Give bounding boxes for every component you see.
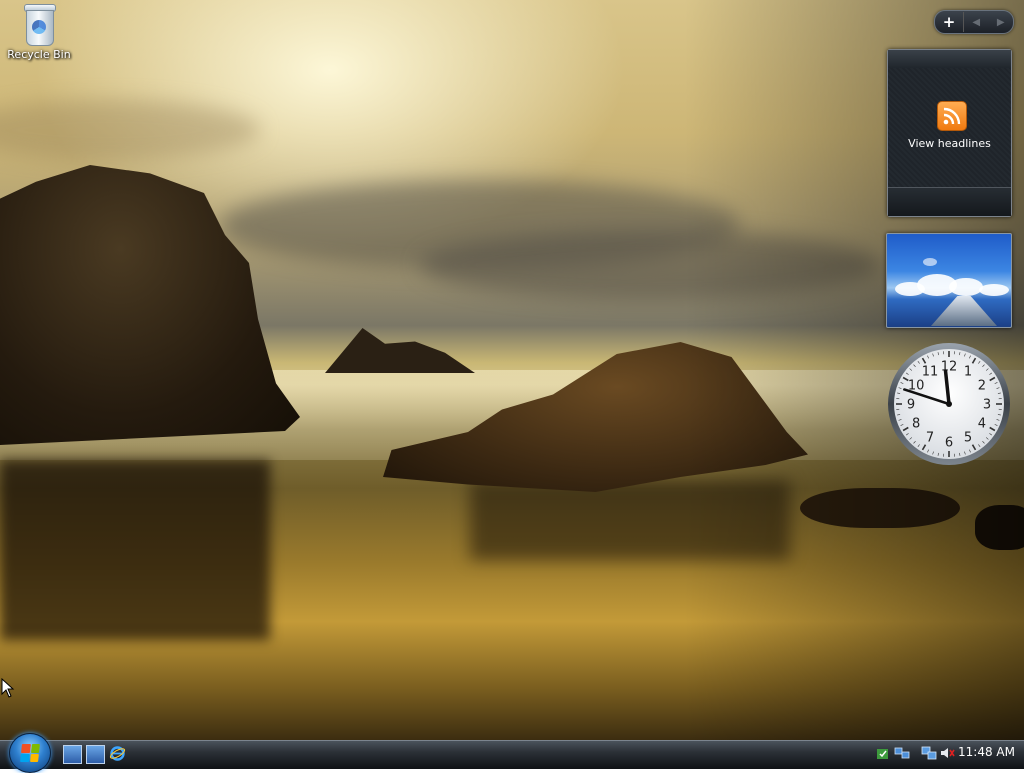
desktop-icon-label: Recycle Bin — [6, 48, 72, 61]
windows-update-icon[interactable] — [876, 745, 892, 761]
clock-numeral: 7 — [926, 430, 934, 445]
clock-numeral: 9 — [907, 398, 915, 413]
taskbar-clock[interactable]: 11:48 AM — [958, 745, 1015, 759]
network-connection-icon[interactable] — [921, 745, 937, 761]
volume-muted-icon[interactable] — [939, 745, 955, 761]
clock-numeral: 12 — [941, 360, 958, 375]
next-page-icon[interactable]: ▶ — [997, 17, 1005, 28]
switch-windows-icon[interactable] — [86, 745, 105, 764]
clock-numeral: 4 — [978, 417, 986, 432]
slideshow-gadget[interactable] — [886, 233, 1012, 328]
clock-numeral: 8 — [912, 417, 920, 432]
network-icon[interactable] — [894, 745, 910, 761]
clock-numeral: 5 — [964, 430, 972, 445]
desktop-icon-recycle-bin[interactable]: Recycle Bin — [6, 4, 72, 61]
feed-headlines-gadget[interactable]: View headlines — [887, 49, 1012, 217]
clock-numeral: 1 — [964, 365, 972, 380]
show-desktop-icon[interactable] — [63, 745, 82, 764]
windows-logo-icon — [20, 744, 40, 762]
desktop-wallpaper[interactable] — [0, 0, 1024, 740]
recycle-bin-icon — [22, 4, 56, 46]
mouse-cursor-icon — [1, 678, 15, 698]
add-gadget-button[interactable]: + — [935, 12, 964, 32]
clock-numeral: 3 — [983, 398, 991, 413]
sidebar-controls: + ◀ ▶ — [934, 10, 1014, 34]
previous-page-icon[interactable]: ◀ — [972, 17, 980, 28]
start-button[interactable] — [9, 733, 51, 773]
internet-explorer-icon[interactable] — [109, 745, 126, 762]
clock-numeral: 11 — [922, 365, 939, 380]
view-headlines-link[interactable]: View headlines — [888, 137, 1011, 150]
analog-clock-gadget[interactable]: 121234567891011 — [887, 342, 1011, 466]
rss-feed-icon — [937, 101, 967, 131]
clock-numeral: 6 — [945, 436, 953, 451]
clock-numeral: 2 — [978, 379, 986, 394]
